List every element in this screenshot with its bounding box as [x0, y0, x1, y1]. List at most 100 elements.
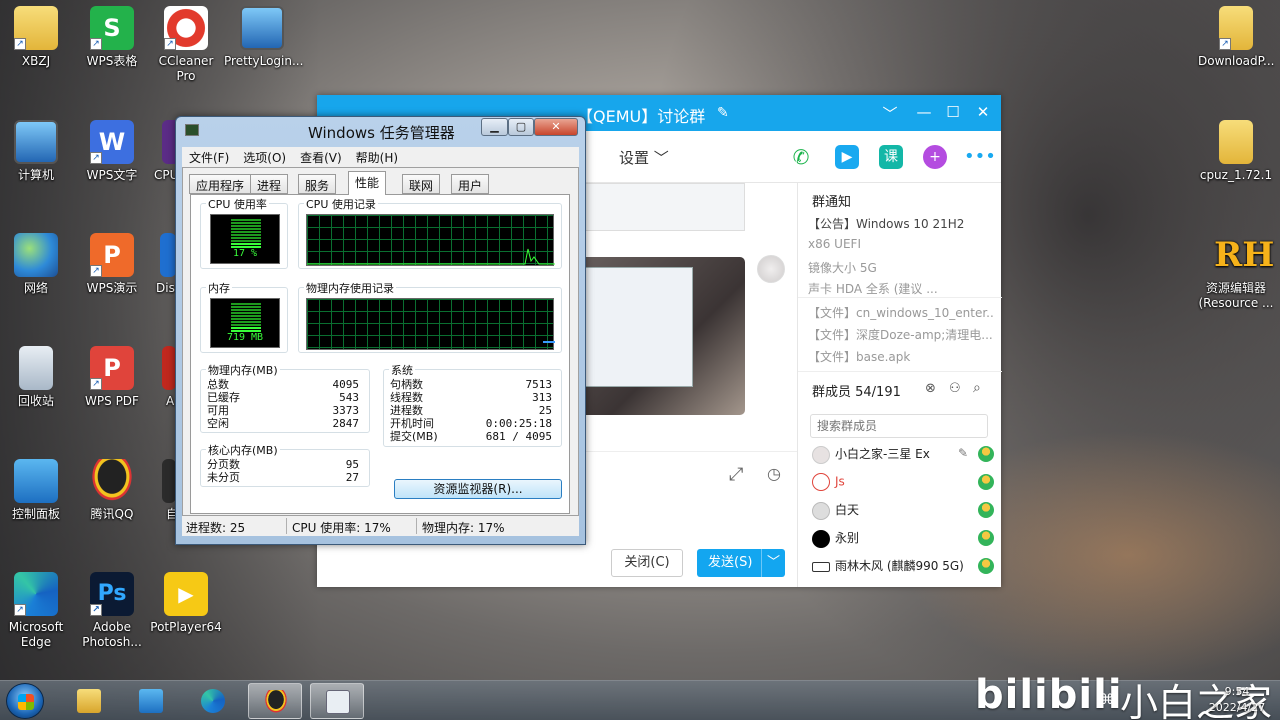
desktop-icon-prettylogin[interactable]: PrettyLogin... — [224, 6, 304, 69]
cpu-usage-value: 17 % — [232, 248, 258, 259]
desktop-icon-cpuz[interactable]: cpuz_1.72.1 — [1198, 120, 1274, 183]
tab-applications[interactable]: 应用程序 — [189, 174, 252, 194]
gauge-segment — [231, 219, 261, 221]
history-icon[interactable]: ◷ — [767, 464, 781, 483]
video-call-icon[interactable]: ▶ — [835, 145, 859, 169]
desktop-icon-wps-pdf[interactable]: P ↗ WPS PDF — [74, 346, 150, 409]
network-icon — [14, 233, 58, 277]
close-button[interactable]: 关闭(C) — [611, 549, 683, 577]
desktop-icon-computer[interactable]: 计算机 — [0, 120, 74, 183]
tab-processes[interactable]: 进程 — [250, 174, 289, 194]
taskbar-explorer[interactable] — [62, 683, 116, 719]
desktop-icon-wps-writer[interactable]: W ↗ WPS文字 — [74, 120, 150, 183]
tab-networking[interactable]: 联网 — [402, 174, 441, 194]
resource-monitor-button[interactable]: 资源监视器(R)... — [394, 479, 562, 499]
chevron-down-icon[interactable]: ﹀ — [880, 103, 900, 124]
desktop-icon-label: WPS表格 — [86, 54, 138, 68]
expand-icon[interactable]: ⤢ — [729, 464, 743, 485]
member-role-icon — [978, 530, 994, 546]
avatar — [812, 473, 830, 491]
file-notice[interactable]: 【文件】cn_windows_10_enter... — [808, 304, 994, 321]
system-clock[interactable]: 9:54 2022/4/27 — [1202, 684, 1272, 716]
list-item[interactable]: 永别 — [812, 529, 998, 551]
desktop-icon-downloadp[interactable]: ↗ DownloadP... — [1198, 6, 1274, 69]
desktop-icon-resource-hacker[interactable]: RH 资源编辑器 (Resource ... — [1198, 233, 1275, 311]
desktop-icon-display[interactable]: Dis — [148, 233, 176, 296]
desktop-icon-edge[interactable]: ↗ Microsoft Edge — [0, 572, 74, 650]
send-options-chevron-icon[interactable]: ﹀ — [761, 549, 785, 577]
desktop-icon-control-panel[interactable]: 控制面板 — [0, 459, 74, 522]
system-title: 系统 — [389, 362, 415, 378]
minimize-icon[interactable]: — — [914, 103, 934, 121]
add-member-icon[interactable]: ⚇ — [949, 381, 961, 396]
maximize-button[interactable]: ▢ — [508, 118, 534, 136]
taskbar-task-manager[interactable] — [310, 683, 364, 719]
desktop-icon-wps-sheet[interactable]: S ↗ WPS表格 — [74, 6, 150, 69]
invite-icon[interactable]: ⊗ — [925, 381, 936, 396]
tab-services[interactable]: 服务 — [298, 174, 337, 194]
plus-app-icon[interactable]: + — [923, 145, 947, 169]
tab-performance[interactable]: 性能 — [348, 171, 387, 195]
taskbar-edge[interactable] — [186, 683, 240, 719]
desktop-icon-a[interactable]: A — [148, 346, 176, 409]
list-item[interactable]: 小白之家-三星 Ex ✎ — [812, 445, 998, 467]
desktop-icon-potplayer[interactable]: PotPlayer64 — [148, 572, 224, 635]
send-button[interactable]: 发送(S) ﹀ — [697, 549, 785, 577]
member-search-input[interactable] — [810, 414, 988, 438]
desktop-icon-ccleaner[interactable]: ↗ CCleaner Pro — [148, 6, 224, 84]
edit-icon[interactable]: ✎ — [958, 446, 968, 460]
notice-line: 声卡 HDA 全系 (建议 ... — [808, 282, 938, 296]
gauge-segment — [231, 312, 261, 314]
close-button[interactable]: ✕ — [534, 118, 578, 136]
list-item[interactable]: 雨林木风 (麒麟990 5G) — [812, 557, 998, 579]
wps-sheet-icon: S ↗ — [90, 6, 134, 50]
menu-view[interactable]: 查看(V) — [293, 147, 349, 168]
maximize-icon[interactable]: ☐ — [943, 103, 963, 121]
tab-users[interactable]: 用户 — [451, 174, 490, 194]
desktop-icon-label: WPS演示 — [86, 281, 138, 295]
minimize-button[interactable]: ▁ — [481, 118, 508, 136]
list-item[interactable]: 白天 — [812, 501, 998, 523]
desktop-icon-label: 腾讯QQ — [90, 507, 134, 521]
group-members-title: 群成员 54/191 — [812, 385, 901, 400]
memory-label: 内存 — [206, 280, 232, 296]
folder-icon — [77, 689, 101, 713]
menu-options[interactable]: 选项(O) — [236, 147, 293, 168]
start-button[interactable] — [6, 683, 44, 719]
tray-network-icon[interactable]: ⌘ — [1100, 692, 1114, 708]
file-notice[interactable]: 【文件】base.apk — [808, 348, 994, 365]
edit-icon[interactable]: ✎ — [717, 105, 729, 121]
menu-file[interactable]: 文件(F) — [182, 147, 236, 168]
notice-line: 镜像大小 5G — [808, 261, 877, 275]
notice-line[interactable]: 【公告】Windows 10 21H2 — [808, 215, 994, 232]
desktop-icon-wps-present[interactable]: P ↗ WPS演示 — [74, 233, 150, 296]
desktop-icon-recycle-bin[interactable]: 回收站 — [0, 346, 74, 409]
desktop-icon-label: PrettyLogin... — [224, 54, 304, 68]
taskbar-control-panel[interactable] — [124, 683, 178, 719]
folder-icon: ↗ — [1219, 6, 1253, 50]
more-icon[interactable]: ••• — [964, 145, 996, 169]
menu-help[interactable]: 帮助(H) — [349, 147, 405, 168]
file-notice[interactable]: 【文件】深度Doze-amp;清理电... — [808, 326, 994, 343]
close-icon[interactable]: ✕ — [973, 103, 993, 121]
kernel-memory-table: 分页数 95 未分页 27 — [207, 458, 359, 484]
desktop-icon-label: 网络 — [23, 281, 48, 295]
chat-image-screenshot[interactable] — [567, 257, 745, 415]
desktop-icon-xbzj[interactable]: ↗ XBZJ — [0, 6, 74, 69]
search-icon[interactable]: ⌕ — [973, 380, 981, 396]
qq-settings-menu[interactable]: 设置 ﹀ — [619, 147, 669, 168]
avatar[interactable] — [757, 255, 785, 283]
list-item[interactable]: Js — [812, 473, 998, 495]
taskbar-qq[interactable] — [248, 683, 302, 719]
gauge-segment — [231, 246, 261, 248]
desktop-icon-photoshop[interactable]: Ps ↗ Adobe Photosh... — [74, 572, 150, 650]
class-icon[interactable]: 课 — [879, 145, 903, 169]
desktop-icon-label: 资源编辑器 (Resource ... — [1198, 281, 1274, 310]
desktop-icon-network[interactable]: 网络 — [0, 233, 74, 296]
chat-image-thumbnail[interactable] — [567, 183, 745, 231]
avatar — [812, 445, 830, 464]
performance-panel: CPU 使用率 17 % CPU 使用记录 内存 719 MB 物理内存使用记录… — [190, 194, 570, 514]
desktop-icon-qq[interactable]: 腾讯QQ — [74, 459, 150, 522]
phone-icon[interactable]: ✆ — [789, 145, 813, 169]
desktop-icon-app2[interactable]: 自 — [148, 459, 176, 522]
